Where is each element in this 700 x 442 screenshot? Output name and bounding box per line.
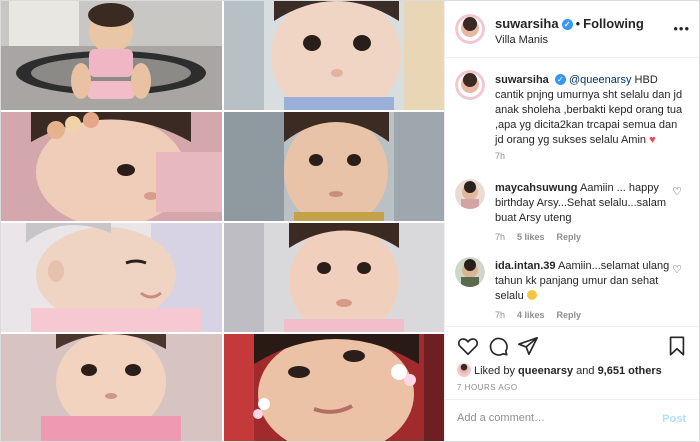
author-username[interactable]: suwarsiha [495, 16, 559, 31]
commenter-avatar[interactable] [455, 179, 485, 209]
comment-time[interactable]: 7h [495, 310, 505, 320]
heart-icon[interactable] [457, 335, 479, 357]
liked-by-user[interactable]: queenarsy [518, 365, 573, 377]
caption-avatar[interactable] [455, 70, 485, 100]
caption-time[interactable]: 7h [495, 151, 505, 161]
bookmark-icon[interactable] [666, 335, 688, 357]
add-comment-bar: Post [445, 399, 699, 441]
author-avatar[interactable] [455, 14, 485, 44]
photo-baby-smiling-sideways [1, 223, 222, 332]
photo-baby-closeup-2 [224, 223, 444, 332]
smile-emoji-icon [526, 290, 537, 300]
post-comment-button[interactable]: Post [662, 413, 686, 425]
photo-baby-pink-shirt [1, 334, 222, 441]
liked-by-prefix: Liked by [474, 365, 515, 377]
caption-meta: 7h [495, 151, 517, 161]
liker-avatar[interactable] [457, 363, 471, 377]
photo-baby-pink-outfit [1, 1, 222, 110]
caption-text-block: suwarsiha ✓ @queenarsy HBD cantik pnjng … [495, 73, 685, 148]
photo-collage[interactable] [1, 1, 444, 441]
comment-time[interactable]: 7h [495, 232, 505, 242]
more-options-icon[interactable]: ••• [673, 21, 690, 36]
verified-badge-icon: ✓ [554, 74, 566, 85]
post-header: suwarsiha ✓ • Following Villa Manis ••• [445, 1, 699, 58]
red-heart-emoji: ♥ [649, 134, 656, 146]
liked-by-joiner: and [576, 365, 595, 377]
comment-like-heart-icon[interactable]: ♡ [672, 185, 682, 198]
photo-baby-closeup-1 [224, 1, 444, 110]
post-side-panel: suwarsiha ✓ • Following Villa Manis ••• suw… [444, 1, 699, 441]
comment-username[interactable]: ida.intan.39 [495, 260, 556, 272]
comment-text-block: maycahsuwung Aamiin ... happy birthday A… [495, 181, 685, 226]
caption-username[interactable]: suwarsiha [495, 74, 549, 86]
share-icon[interactable] [517, 335, 539, 357]
comment-like-heart-icon[interactable]: ♡ [672, 263, 682, 276]
comment-icon[interactable] [487, 335, 509, 357]
photo-child-stickers [224, 334, 444, 441]
commenter-avatar[interactable] [455, 257, 485, 287]
add-comment-input[interactable] [457, 412, 647, 424]
comment-likes[interactable]: 4 likes [517, 310, 545, 320]
post-author-line: suwarsiha ✓ • Following [495, 16, 644, 31]
separator-dot: • [575, 16, 581, 31]
reply-button[interactable]: Reply [557, 232, 582, 242]
post-timestamp[interactable]: 7 HOURS AGO [457, 383, 518, 392]
caption-mention[interactable]: @queenarsy [569, 74, 632, 86]
comment-username[interactable]: maycahsuwung [495, 182, 578, 194]
liked-by-count[interactable]: 9,651 others [598, 365, 662, 377]
instagram-post: suwarsiha ✓ • Following Villa Manis ••• suw… [0, 0, 700, 442]
comment-meta: 7h 5 likes Reply [495, 232, 593, 242]
following-button[interactable]: Following [583, 16, 644, 31]
verified-badge-icon: ✓ [561, 19, 573, 30]
photo-baby-water [224, 112, 444, 221]
photo-baby-flower-headband [1, 112, 222, 221]
comment-text-block: ida.intan.39 Aamiin...selamat ulang tahu… [495, 259, 685, 304]
comment-meta: 7h 4 likes Reply [495, 310, 593, 320]
reply-button[interactable]: Reply [557, 310, 582, 320]
comment-likes[interactable]: 5 likes [517, 232, 545, 242]
liked-by: Liked by queenarsy and 9,651 others [457, 363, 662, 377]
post-location[interactable]: Villa Manis [495, 34, 548, 46]
